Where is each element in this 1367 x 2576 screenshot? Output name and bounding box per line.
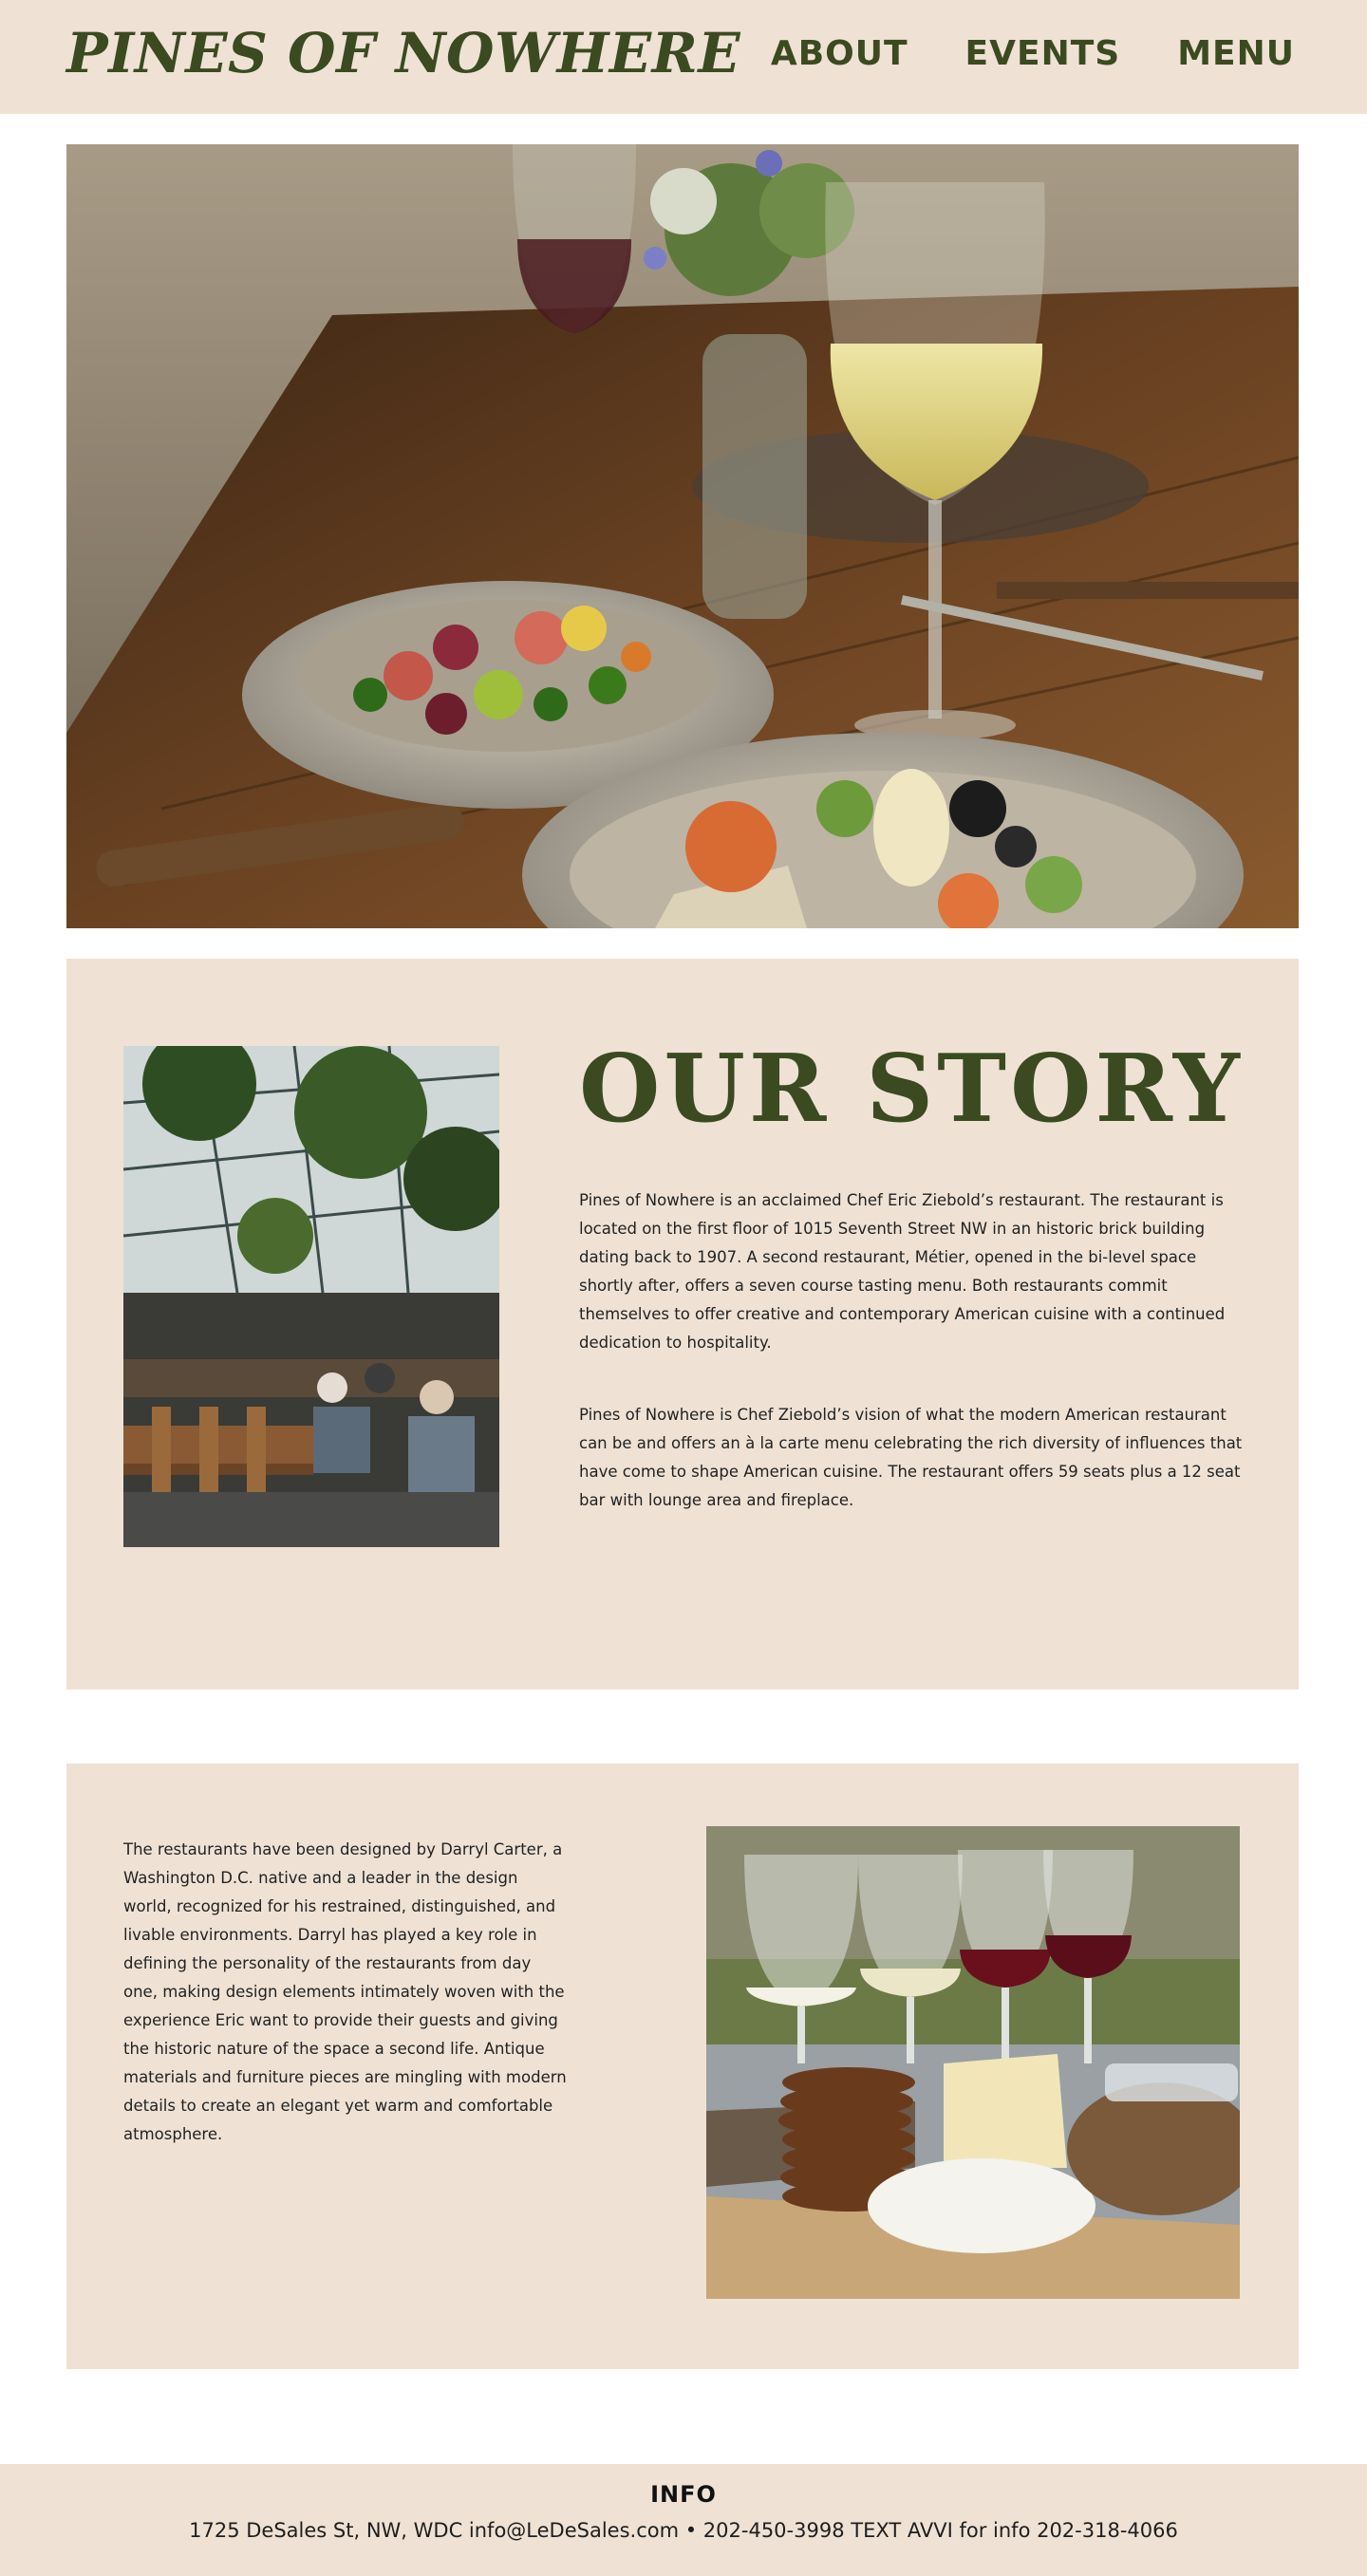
hero-image	[66, 144, 1299, 928]
footer-title: INFO	[650, 2481, 717, 2508]
nav-about[interactable]: ABOUT	[771, 34, 908, 73]
design-paragraph: The restaurants have been designed by Da…	[123, 1840, 567, 2143]
footer-contact-line: 1725 DeSales St, NW, WDC info@LeDeSales.…	[189, 2519, 1178, 2542]
our-story-section: OUR STORY Pines of Nowhere is an acclaim…	[66, 959, 1299, 1689]
site-footer: INFO 1725 DeSales St, NW, WDC info@LeDeS…	[0, 2464, 1367, 2576]
design-section: The restaurants have been designed by Da…	[66, 1764, 1299, 2369]
main-nav: ABOUT EVENTS MENU	[771, 34, 1295, 73]
nav-menu[interactable]: MENU	[1177, 34, 1295, 73]
story-title: OUR STORY	[579, 1035, 1244, 1144]
site-header: PINES OF NOWHERE ABOUT EVENTS MENU	[0, 0, 1367, 114]
nav-events[interactable]: EVENTS	[965, 34, 1121, 73]
brand-logo[interactable]: PINES OF NOWHERE	[66, 21, 740, 85]
story-paragraph-1: Pines of Nowhere is an acclaimed Chef Er…	[579, 1191, 1226, 1352]
wine-cheese-photo	[706, 1826, 1240, 2299]
greenhouse-dining-photo	[123, 1046, 499, 1547]
story-paragraph-2: Pines of Nowhere is Chef Ziebold’s visio…	[579, 1406, 1243, 1509]
